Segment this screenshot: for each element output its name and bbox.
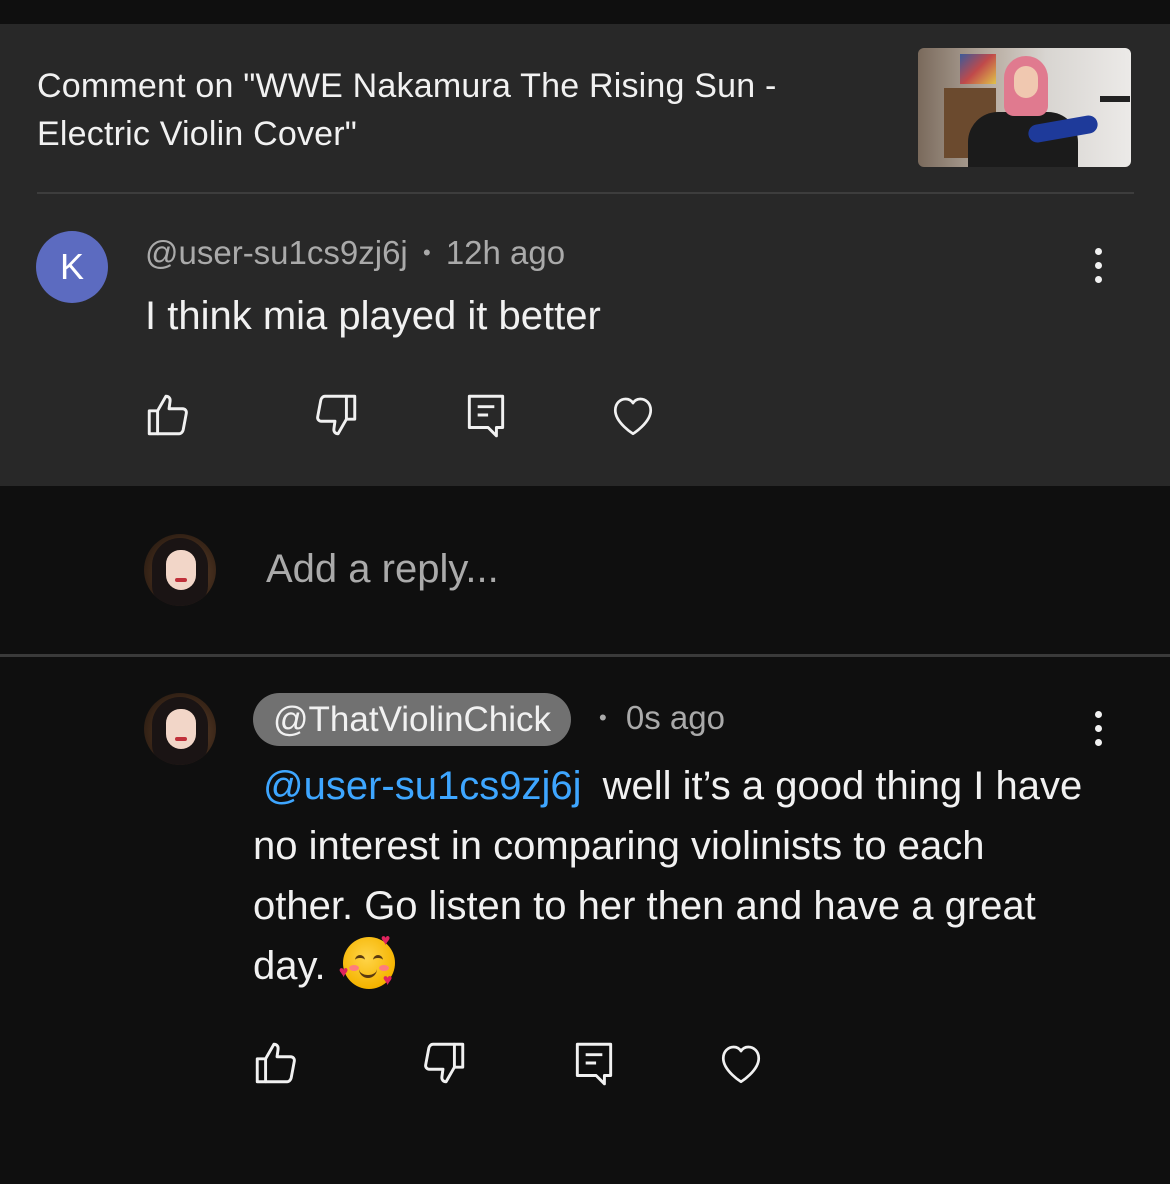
reply-time: 0s ago bbox=[625, 699, 725, 736]
thumbs-down-icon[interactable] bbox=[311, 390, 361, 440]
more-vertical-icon[interactable] bbox=[1093, 711, 1103, 751]
meta-separator: • bbox=[599, 705, 607, 730]
comment-time: 12h ago bbox=[445, 234, 566, 271]
comment-icon[interactable] bbox=[461, 390, 511, 440]
comment-icon[interactable] bbox=[569, 1038, 619, 1088]
comment-text: I think mia played it better bbox=[145, 294, 601, 338]
comment-author[interactable]: @user-su1cs9zj6j bbox=[145, 234, 408, 271]
smiling-face-with-hearts-icon: ♥ ♥ ♥ bbox=[339, 933, 395, 989]
heart-icon[interactable] bbox=[716, 1038, 766, 1088]
video-thumbnail[interactable] bbox=[918, 48, 1131, 167]
reply-meta: • 0s ago bbox=[599, 699, 725, 737]
more-vertical-icon[interactable] bbox=[1093, 248, 1103, 288]
top-bar bbox=[0, 0, 1170, 24]
reply-author-chip[interactable]: @ThatViolinChick bbox=[253, 693, 572, 746]
thumbs-down-icon[interactable] bbox=[419, 1038, 469, 1088]
meta-separator: • bbox=[422, 240, 431, 265]
divider bbox=[37, 192, 1134, 194]
avatar[interactable]: K bbox=[36, 231, 108, 303]
thumbs-up-icon[interactable] bbox=[143, 390, 193, 440]
avatar[interactable] bbox=[144, 693, 216, 765]
comment-meta: @user-su1cs9zj6j • 12h ago bbox=[145, 234, 565, 272]
divider bbox=[0, 654, 1170, 657]
mention-link[interactable]: @user-su1cs9zj6j bbox=[263, 764, 582, 808]
reply-input[interactable]: Add a reply... bbox=[266, 547, 499, 592]
reply-text: @user-su1cs9zj6j well it’s a good thing … bbox=[253, 756, 1093, 996]
heart-icon[interactable] bbox=[608, 390, 658, 440]
avatar[interactable] bbox=[144, 534, 216, 606]
thumbs-up-icon[interactable] bbox=[251, 1038, 301, 1088]
video-title[interactable]: Comment on "WWE Nakamura The Rising Sun … bbox=[37, 62, 877, 158]
